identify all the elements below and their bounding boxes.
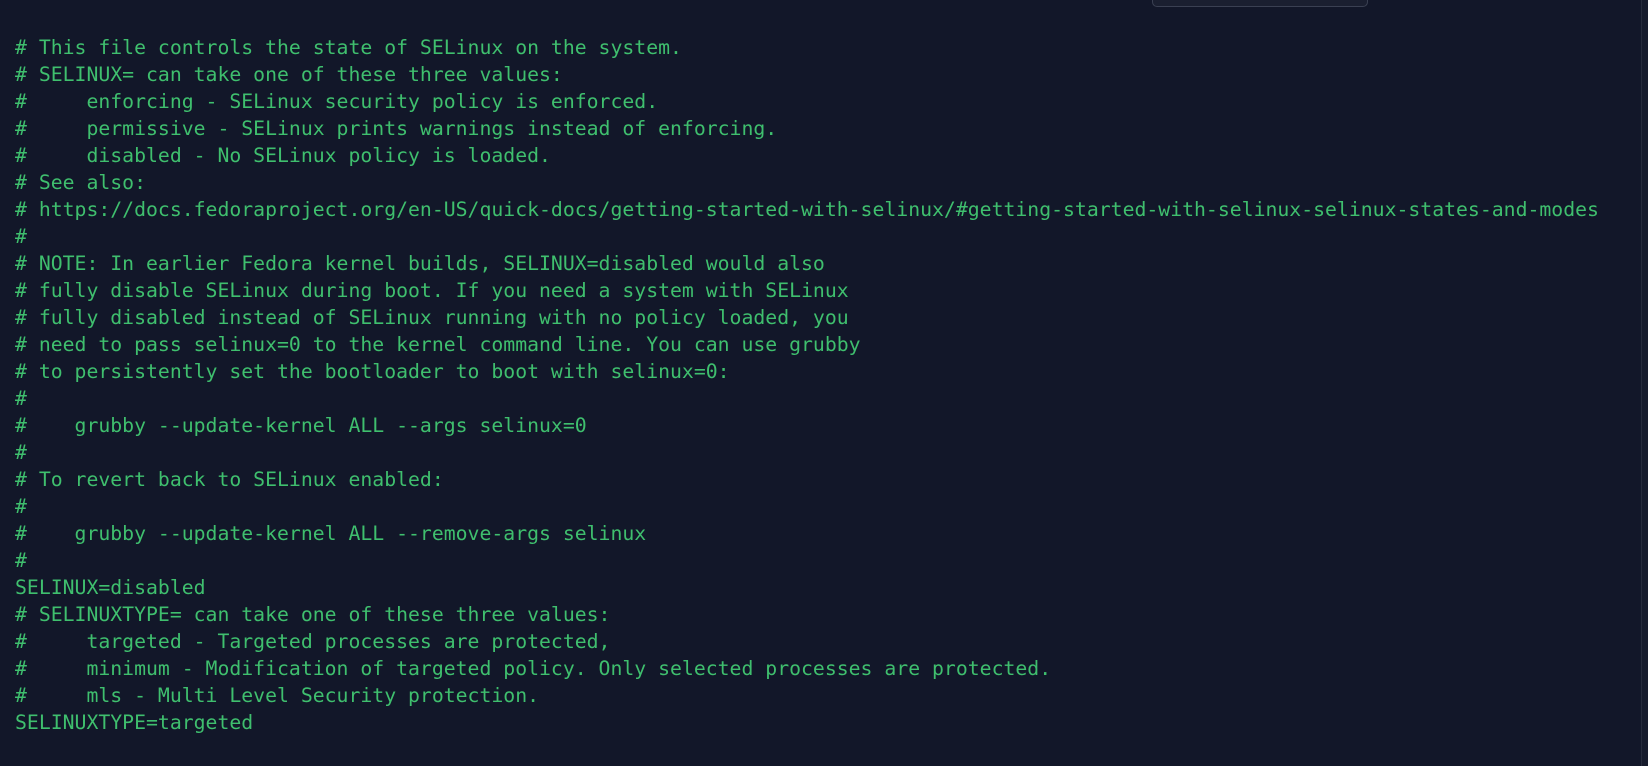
file-line: # need to pass selinux=0 to the kernel c… (15, 333, 861, 356)
terminal-window[interactable]: # This file controls the state of SELinu… (0, 0, 1648, 766)
file-line: # (15, 441, 27, 464)
file-line: # fully disabled instead of SELinux runn… (15, 306, 849, 329)
file-line: # enforcing - SELinux security policy is… (15, 90, 659, 113)
file-content[interactable]: # This file controls the state of SELinu… (15, 34, 1599, 736)
file-line: # NOTE: In earlier Fedora kernel builds,… (15, 252, 825, 275)
top-overlay-widget[interactable] (1152, 0, 1368, 7)
file-line: # See also: (15, 171, 147, 194)
file-line: # permissive - SELinux prints warnings i… (15, 117, 778, 140)
file-line: # to persistently set the bootloader to … (15, 360, 730, 383)
file-line: # fully disable SELinux during boot. If … (15, 279, 849, 302)
scrollbar[interactable] (1641, 0, 1648, 766)
selinuxtype-setting-line: SELINUXTYPE=targeted (15, 711, 254, 734)
file-line: # (15, 495, 27, 518)
file-line: # grubby --update-kernel ALL --args seli… (15, 414, 587, 437)
file-line-url: # https://docs.fedoraproject.org/en-US/q… (15, 198, 1599, 221)
file-line: # (15, 387, 27, 410)
file-line: # targeted - Targeted processes are prot… (15, 630, 611, 653)
file-line: # SELINUX= can take one of these three v… (15, 63, 563, 86)
file-line: # To revert back to SELinux enabled: (15, 468, 444, 491)
selinux-setting-line: SELINUX=disabled (15, 576, 206, 599)
file-line: # disabled - No SELinux policy is loaded… (15, 144, 551, 167)
file-line: # grubby --update-kernel ALL --remove-ar… (15, 522, 647, 545)
file-line: # This file controls the state of SELinu… (15, 36, 682, 59)
file-line: # mls - Multi Level Security protection. (15, 684, 540, 707)
file-line: # (15, 225, 27, 248)
file-line: # (15, 549, 27, 572)
file-line: # minimum - Modification of targeted pol… (15, 657, 1052, 680)
file-line: # SELINUXTYPE= can take one of these thr… (15, 603, 611, 626)
